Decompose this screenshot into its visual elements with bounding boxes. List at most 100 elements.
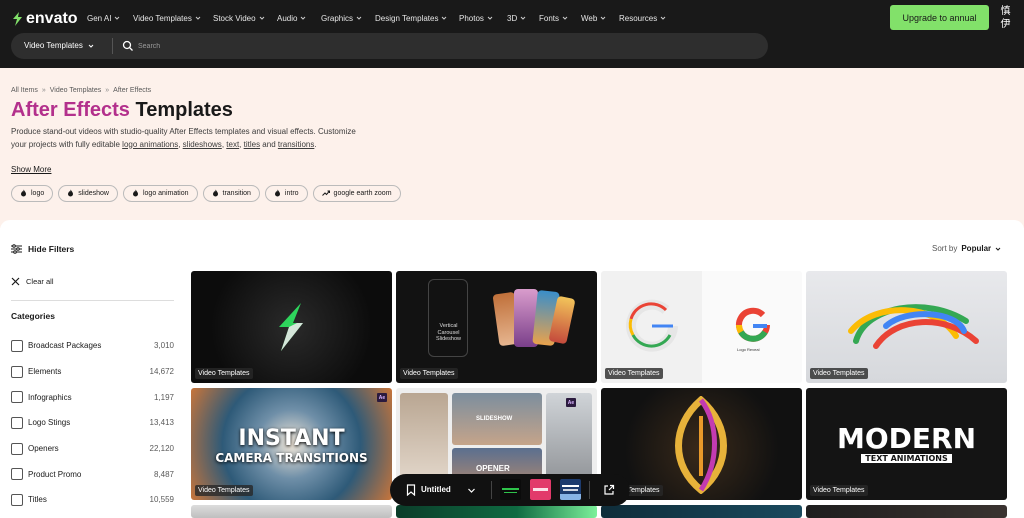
collection-divider (589, 481, 590, 499)
nav-item[interactable]: Web (581, 12, 619, 24)
search-divider (112, 38, 113, 54)
category-filter-item[interactable]: Broadcast Packages 3,010 (11, 333, 174, 359)
nav-item[interactable]: Audio (277, 12, 321, 24)
template-card[interactable]: Vertical Carousel Slideshow Video Templat… (396, 271, 597, 383)
category-checkbox[interactable] (11, 468, 23, 481)
category-filter-item[interactable]: Infographics 1,197 (11, 384, 174, 410)
clear-all-button[interactable]: Clear all (11, 277, 54, 286)
category-checkbox[interactable] (11, 365, 23, 378)
breadcrumb-after-effects: After Effects (113, 87, 152, 94)
category-count: 22,120 (149, 444, 174, 454)
category-checkbox[interactable] (11, 391, 23, 404)
search-icon[interactable] (122, 40, 134, 52)
collection-thumbnail[interactable] (560, 479, 581, 500)
category-filter-item[interactable]: Titles 10,559 (11, 487, 174, 513)
chevron-down-icon (520, 14, 526, 23)
show-more-link[interactable]: Show More (11, 165, 51, 174)
nav-item-label: Gen AI (87, 13, 112, 23)
nav-item-label: 3D (507, 13, 518, 23)
tag-chip[interactable]: google earth zoom (312, 185, 401, 202)
category-filter-item[interactable]: Openers 22,120 (11, 436, 174, 462)
category-count: 10,559 (149, 495, 174, 505)
nav-item[interactable]: Photos (459, 12, 507, 24)
category-checkbox[interactable] (11, 339, 23, 352)
link-titles[interactable]: titles (244, 140, 260, 149)
category-count: 3,010 (153, 341, 174, 351)
page-description: Produce stand-out videos with studio-qua… (11, 126, 371, 151)
category-filter-item[interactable]: Product Promo 8,487 (11, 461, 174, 487)
category-filter-item[interactable]: Logo Stings 13,413 (11, 410, 174, 436)
category-checkbox[interactable] (11, 442, 23, 455)
nav-item-label: Fonts (539, 13, 560, 23)
category-filter-item[interactable]: Video Displays2,994 (11, 513, 174, 518)
sort-dropdown[interactable]: Sort by Popular (932, 244, 1001, 253)
chevron-down-icon (600, 14, 606, 23)
tag-chip[interactable]: intro (264, 185, 308, 202)
collection-thumbnail[interactable] (530, 479, 551, 500)
search-input[interactable] (138, 39, 638, 53)
search-category-select[interactable]: Video Templates (24, 41, 94, 50)
link-logo-animations[interactable]: logo animations (122, 140, 178, 149)
sidebar-divider (11, 300, 174, 301)
card-overlay-title: INSTANT (238, 426, 345, 451)
template-card[interactable]: Ae INSTANT CAMERA TRANSITIONS Video Templat… (191, 388, 392, 500)
link-text[interactable]: text (226, 140, 239, 149)
nav-item[interactable]: Gen AI (87, 12, 133, 24)
tag-chip-label: logo animation (142, 190, 189, 197)
nav-item[interactable]: Graphics (321, 12, 375, 24)
category-checkbox[interactable] (11, 416, 23, 429)
chevron-down-icon[interactable] (467, 486, 476, 495)
fire-icon (212, 189, 219, 199)
external-link-icon[interactable] (603, 484, 615, 496)
nav-item[interactable]: Fonts (539, 12, 581, 24)
chevron-down-icon (259, 14, 265, 23)
nav-item[interactable]: 3D (507, 12, 539, 24)
collection-thumbnail[interactable] (500, 479, 521, 500)
nav-item-label: Design Templates (375, 13, 439, 23)
hide-filters-button[interactable]: Hide Filters (11, 244, 74, 254)
link-slideshows[interactable]: slideshows (183, 140, 222, 149)
nav-item[interactable]: Design Templates (375, 12, 459, 24)
collection-bar: Untitled (390, 474, 630, 506)
chevron-down-icon (995, 247, 1001, 251)
tag-chip[interactable]: slideshow (58, 185, 118, 202)
collection-title[interactable]: Untitled (421, 485, 451, 494)
nav-item[interactable]: Video Templates (133, 12, 213, 24)
nav-item[interactable]: Resources (619, 12, 679, 24)
template-card[interactable] (191, 505, 392, 518)
category-filter-item[interactable]: Elements 14,672 (11, 359, 174, 385)
user-avatar[interactable]: 慎 伊 (998, 5, 1013, 31)
thumbnail-graphic (560, 485, 581, 500)
card-overlay-text: Vertical Carousel Slideshow (435, 323, 462, 342)
template-card[interactable]: Video Templates (601, 388, 802, 500)
chevron-down-icon (487, 14, 493, 23)
tag-chip[interactable]: logo (11, 185, 54, 202)
tag-chip-label: transition (222, 190, 251, 197)
upgrade-button[interactable]: Upgrade to annual (890, 5, 989, 30)
category-checkbox[interactable] (11, 493, 23, 506)
breadcrumb-video-templates[interactable]: Video Templates (50, 87, 102, 94)
template-card[interactable] (396, 505, 597, 518)
template-card[interactable]: MODERN TEXT ANIMATIONS Video Templates (806, 388, 1007, 500)
chevron-down-icon (660, 14, 666, 23)
bookmark-icon[interactable] (406, 484, 416, 496)
thumbnail-graphic (502, 488, 519, 493)
nav-item[interactable]: Stock Video (213, 12, 277, 24)
card-overlay-subtitle: TEXT ANIMATIONS (861, 454, 952, 463)
template-card[interactable]: Video Templates (191, 271, 392, 383)
nav-item-label: Stock Video (213, 13, 256, 23)
fire-icon (274, 189, 281, 199)
template-card[interactable]: Video Templates (806, 271, 1007, 383)
tag-chip[interactable]: transition (202, 185, 260, 202)
card-thumbnail: Ae INSTANT CAMERA TRANSITIONS (191, 388, 392, 500)
clear-all-label: Clear all (26, 277, 54, 286)
breadcrumb-all-items[interactable]: All Items (11, 87, 38, 94)
template-card[interactable] (601, 505, 802, 518)
template-card[interactable]: Logo Reveal Video Templates (601, 271, 802, 383)
envato-logo[interactable]: envato (11, 10, 78, 28)
category-label: Titles (28, 495, 47, 505)
link-transitions[interactable]: transitions (278, 140, 314, 149)
chevron-down-icon (356, 14, 362, 23)
tag-chip[interactable]: logo animation (122, 185, 198, 202)
template-card[interactable] (806, 505, 1007, 518)
